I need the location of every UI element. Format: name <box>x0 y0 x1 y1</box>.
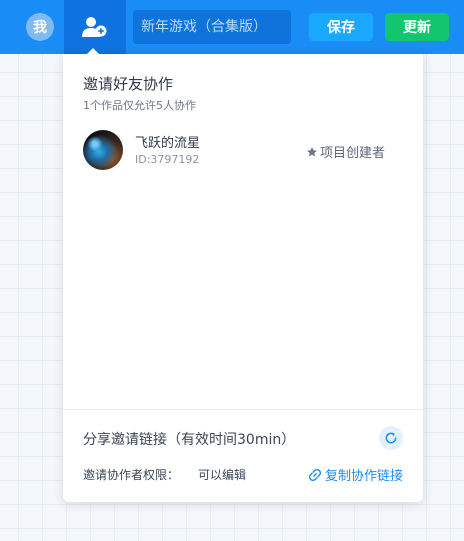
save-button[interactable]: 保存 <box>309 13 373 41</box>
invite-collaborator-button[interactable] <box>64 0 126 54</box>
refresh-icon <box>385 432 397 444</box>
member-list-item: 飞跃的流星 ID:3797192 项目创建者 <box>83 130 403 170</box>
share-link-title: 分享邀请链接（有效时间30min） <box>83 432 296 448</box>
link-icon <box>308 468 322 481</box>
refresh-link-button[interactable] <box>379 426 403 450</box>
panel-title: 邀请好友协作 <box>83 75 174 93</box>
update-button[interactable]: 更新 <box>385 13 449 41</box>
top-toolbar: 我 保存 更新 <box>0 0 464 54</box>
permission-select[interactable]: 可以编辑 <box>198 466 246 483</box>
member-role: 项目创建者 <box>306 142 385 161</box>
project-title-input[interactable] <box>133 10 291 44</box>
member-id: ID:3797192 <box>135 153 200 166</box>
panel-subtitle: 1个作品仅允许5人协作 <box>83 99 196 112</box>
invite-panel: 邀请好友协作 1个作品仅允许5人协作 飞跃的流星 ID:3797192 项目创建… <box>63 54 423 502</box>
copy-link-button[interactable]: 复制协作链接 <box>308 465 403 484</box>
star-icon <box>306 146 317 156</box>
member-role-label: 项目创建者 <box>319 146 385 161</box>
member-avatar <box>83 130 123 170</box>
user-avatar[interactable]: 我 <box>26 13 54 41</box>
permission-label: 邀请协作者权限： <box>83 468 180 482</box>
member-name: 飞跃的流星 <box>135 136 201 151</box>
add-user-icon <box>82 17 107 37</box>
divider <box>63 409 423 410</box>
copy-link-label: 复制协作链接 <box>324 469 403 484</box>
